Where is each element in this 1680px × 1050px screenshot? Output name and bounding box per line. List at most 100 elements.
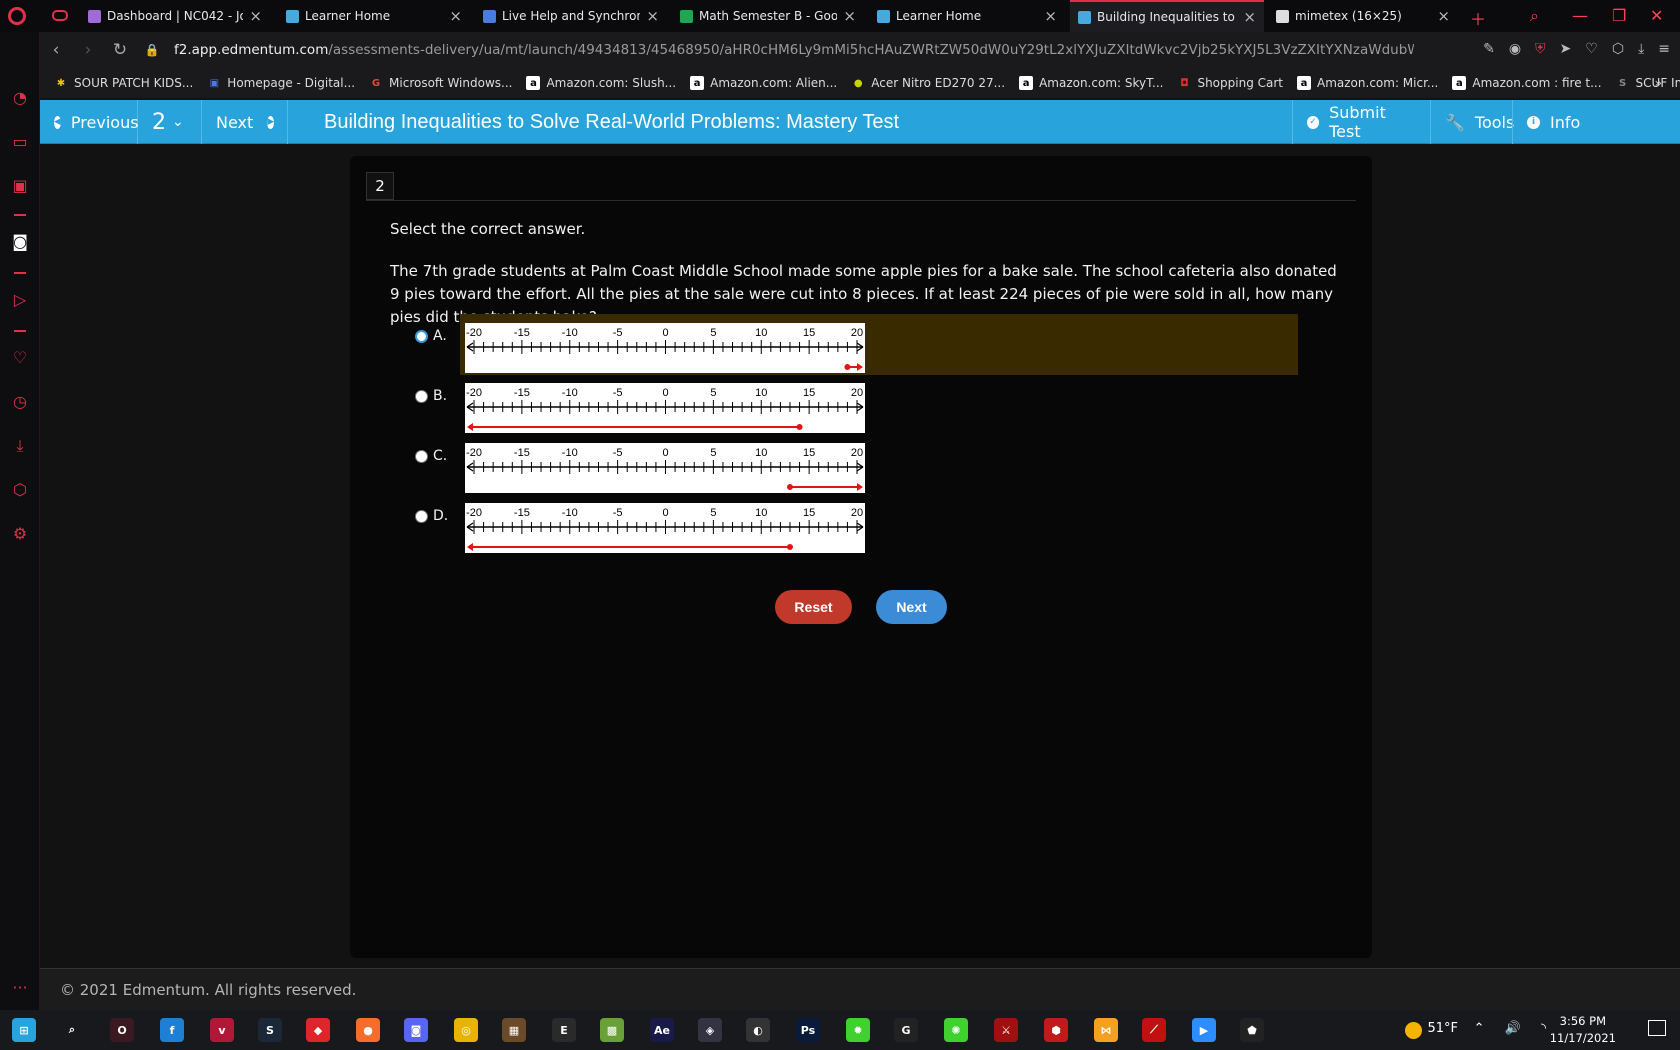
downloads-icon[interactable]: ⤓ xyxy=(10,436,30,456)
zoom-icon[interactable]: ▶ xyxy=(1192,1018,1216,1042)
minimize-button[interactable]: — xyxy=(1572,6,1588,25)
minecraft-dungeons-icon[interactable]: ▦ xyxy=(502,1018,526,1042)
steam-icon[interactable]: S xyxy=(258,1018,282,1042)
bookmark-item[interactable]: a Amazon.com : fire t... xyxy=(1452,76,1602,90)
next-header-button[interactable]: Next ▶ xyxy=(202,100,288,144)
bookmark-item[interactable]: a Amazon.com: Slush... xyxy=(526,76,676,90)
bookmark-item[interactable]: SSCUF Impact Contr... xyxy=(1616,76,1680,90)
clock[interactable]: 3:56 PM 11/17/2021 xyxy=(1550,1013,1616,1047)
close-tab-icon[interactable]: × xyxy=(843,7,856,25)
question-selector[interactable]: 2 ⌄ xyxy=(138,100,202,144)
browser-tab[interactable]: Building Inequalities to Solv × xyxy=(1070,0,1264,32)
bookmark-item[interactable]: ✱ SOUR PATCH KIDS... xyxy=(54,76,194,90)
davinci-icon[interactable]: ◈ xyxy=(698,1018,722,1042)
files-icon[interactable]: f xyxy=(160,1018,184,1042)
url-field[interactable]: f2.app.edmentum.com/assessments-delivery… xyxy=(174,42,1414,58)
submit-label: Submit Test xyxy=(1329,103,1386,141)
search-icon[interactable]: ⌕ xyxy=(60,1018,84,1042)
opera-taskbar-icon[interactable]: O xyxy=(110,1018,134,1042)
windows-start-icon[interactable]: ⊞ xyxy=(12,1018,36,1042)
submit-test-button[interactable]: ✓ Submit Test xyxy=(1292,100,1430,144)
opera-logo-icon[interactable] xyxy=(8,7,26,25)
temperature-label[interactable]: 51°F xyxy=(1427,1021,1458,1036)
discord-taskbar-icon[interactable]: ◙ xyxy=(404,1018,428,1042)
bookmark-item[interactable]: ◘ Shopping Cart xyxy=(1177,76,1283,90)
after-effects-icon[interactable]: Ae xyxy=(650,1018,674,1042)
reload-icon[interactable]: ↻ xyxy=(104,40,136,60)
heart-icon[interactable]: ♡ xyxy=(10,348,30,368)
msi-afterburner-icon[interactable]: ⟋ xyxy=(1142,1018,1166,1042)
more-options-icon[interactable]: ··· xyxy=(10,978,30,998)
msi-icon[interactable]: ⚔ xyxy=(994,1018,1018,1042)
tools-button[interactable]: 🔧 Tools xyxy=(1430,100,1514,144)
photoshop-icon[interactable]: Ps xyxy=(796,1018,820,1042)
history-icon[interactable]: ◷ xyxy=(10,392,30,412)
bookmark-item[interactable]: G Microsoft Windows... xyxy=(369,76,513,90)
gamepad-icon[interactable] xyxy=(52,10,68,21)
speed-dial-icon[interactable]: ◔ xyxy=(10,88,30,108)
tray-icons[interactable]: ⌃ 🔊 ◝ xyxy=(1474,1021,1554,1036)
answer-radio[interactable] xyxy=(415,450,428,463)
settings-gear-icon[interactable]: ⚙ xyxy=(10,524,30,544)
player-icon[interactable]: ▷ xyxy=(10,290,30,310)
answer-radio[interactable] xyxy=(415,390,428,403)
camera-icon[interactable]: ◉ xyxy=(1509,41,1521,57)
close-window-button[interactable]: ✕ xyxy=(1650,6,1663,25)
browser-tab[interactable]: mimetex (16×25) × xyxy=(1268,0,1458,32)
bookmark-item[interactable]: a Amazon.com: Micr... xyxy=(1297,76,1438,90)
answer-radio[interactable] xyxy=(415,330,428,343)
close-tab-icon[interactable]: × xyxy=(1044,7,1057,25)
browser-tab[interactable]: Learner Home × xyxy=(869,0,1065,32)
razer-icon[interactable]: ✹ xyxy=(846,1018,870,1042)
cube-icon[interactable]: ⬡ xyxy=(1612,41,1624,57)
new-tab-button[interactable]: ＋ xyxy=(1470,6,1486,30)
bookmark-item[interactable]: a Amazon.com: Alien... xyxy=(690,76,837,90)
razer-synapse-icon[interactable]: ✺ xyxy=(944,1018,968,1042)
answer-radio[interactable] xyxy=(415,510,428,523)
bookmark-item[interactable]: ▣ Homepage - Digital... xyxy=(207,76,355,90)
menu-icon[interactable]: ≡ xyxy=(1658,41,1670,57)
shield-icon[interactable]: ⛨ xyxy=(1535,41,1546,57)
streamdeck-icon[interactable]: ⬟ xyxy=(1240,1018,1264,1042)
back-icon[interactable]: ‹ xyxy=(40,40,72,60)
reset-button[interactable]: Reset xyxy=(775,590,852,624)
search-tabs-icon[interactable]: ⌕ xyxy=(1530,6,1539,26)
obs-icon[interactable]: ◐ xyxy=(746,1018,770,1042)
logitech-icon[interactable]: G xyxy=(894,1018,918,1042)
origin-icon[interactable]: ● xyxy=(356,1018,380,1042)
forward-icon[interactable]: › xyxy=(72,40,104,60)
briefcase-icon[interactable]: ▭ xyxy=(10,132,30,152)
next-button[interactable]: Next xyxy=(876,590,947,624)
close-tab-icon[interactable]: × xyxy=(1437,7,1450,25)
extensions-icon[interactable]: ⬡ xyxy=(10,480,30,500)
browser-tab[interactable]: Learner Home × xyxy=(278,0,470,32)
msi-center-icon[interactable]: ⬢ xyxy=(1044,1018,1068,1042)
close-tab-icon[interactable]: × xyxy=(646,7,659,25)
send-icon[interactable]: ➤ xyxy=(1560,41,1572,57)
twitch-icon[interactable]: ▣ xyxy=(10,176,30,196)
edit-icon[interactable]: ✎ xyxy=(1483,41,1495,57)
minecraft-icon[interactable]: ▩ xyxy=(600,1018,624,1042)
vpn-icon[interactable]: v xyxy=(210,1018,234,1042)
discord-icon[interactable]: ◙ xyxy=(10,232,30,252)
roblox-icon[interactable]: ◆ xyxy=(306,1018,330,1042)
notifications-icon[interactable] xyxy=(1648,1020,1666,1036)
restore-button[interactable]: ❐ xyxy=(1612,6,1626,25)
bookmark-item[interactable]: a Amazon.com: SkyT... xyxy=(1019,76,1163,90)
browser-tab[interactable]: Math Semester B - Google × xyxy=(672,0,864,32)
close-tab-icon[interactable]: × xyxy=(249,7,262,25)
close-tab-icon[interactable]: × xyxy=(449,7,462,25)
more-bookmarks-icon[interactable]: » xyxy=(1655,76,1662,90)
download-icon[interactable]: ⤓ xyxy=(1638,41,1644,57)
previous-button[interactable]: ◀ Previous xyxy=(40,100,139,144)
browser-tab[interactable]: Dashboard | NC042 - Johns × xyxy=(80,0,270,32)
epic-games-icon[interactable]: E xyxy=(552,1018,576,1042)
chrome-icon[interactable]: ◎ xyxy=(454,1018,478,1042)
weather-icon[interactable] xyxy=(1405,1022,1422,1039)
browser-tab[interactable]: Live Help and Synchronous × xyxy=(475,0,667,32)
close-tab-icon[interactable]: × xyxy=(1243,8,1256,26)
info-button[interactable]: i Info xyxy=(1512,100,1680,144)
bookmark-item[interactable]: ● Acer Nitro ED270 27... xyxy=(851,76,1005,90)
bandicam-icon[interactable]: ⋈ xyxy=(1094,1018,1118,1042)
heart-icon[interactable]: ♡ xyxy=(1585,41,1598,57)
